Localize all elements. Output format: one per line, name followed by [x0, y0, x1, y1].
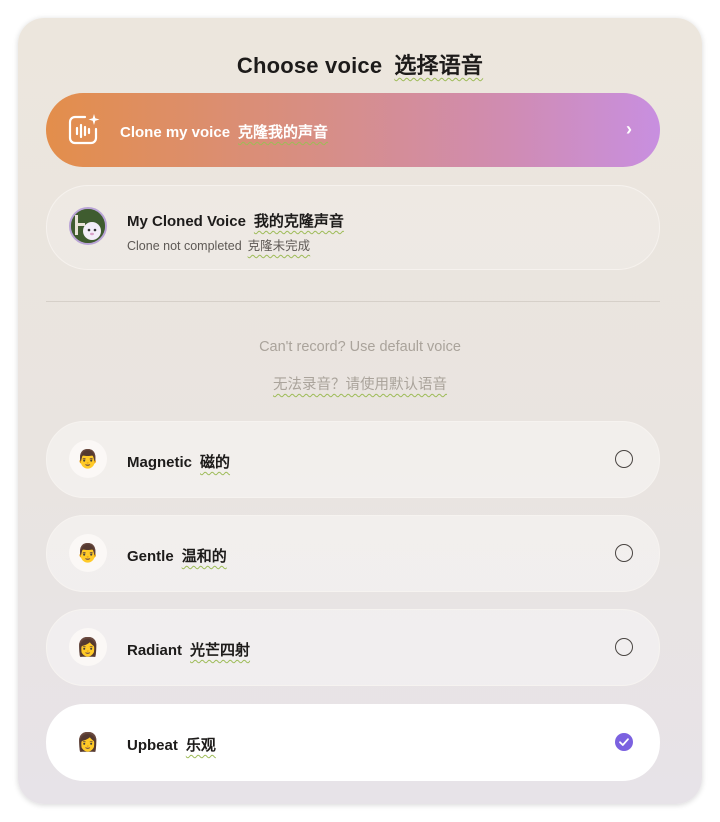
- male-emoji-icon: 👨: [69, 534, 107, 572]
- female-emoji-icon: 👩: [69, 723, 107, 761]
- voice-name-en: Gentle: [127, 548, 174, 565]
- radio-unselected-icon[interactable]: [615, 544, 633, 562]
- voice-name-cn: 温和的: [181, 548, 227, 565]
- voice-option-label: Upbeat 乐观: [127, 734, 216, 755]
- page-title: Choose voice 选择语音: [18, 48, 702, 80]
- my-cloned-voice-item[interactable]: My Cloned Voice 我的克隆声音 Clone not complete…: [46, 185, 660, 270]
- default-voice-hint-cn: 无法录音？请使用默认语音: [18, 373, 702, 394]
- clone-label-en: Clone my voice: [120, 124, 231, 141]
- voice-option-upbeat[interactable]: 👩 Upbeat 乐观: [46, 704, 660, 781]
- voice-name-cn: 光芒四射: [190, 642, 251, 659]
- radio-unselected-icon[interactable]: [615, 638, 633, 656]
- cloned-voice-status-cn: 克隆未完成: [247, 239, 311, 253]
- cloned-voice-name: My Cloned Voice 我的克隆声音: [127, 210, 344, 231]
- section-divider: [46, 301, 660, 302]
- cloned-voice-status-en: Clone not completed: [127, 239, 242, 253]
- voice-name-en: Upbeat: [127, 737, 178, 754]
- voice-name-en: Magnetic: [127, 454, 193, 471]
- voice-waveform-sparkle-icon: [68, 114, 100, 145]
- chevron-right-icon: ›: [626, 119, 632, 139]
- default-voice-hint-en: Can't record? Use default voice: [259, 339, 461, 355]
- voice-option-magnetic[interactable]: 👨 Magnetic 磁的: [46, 421, 660, 498]
- default-voice-hint-cn-text: 无法录音？请使用默认语音: [273, 377, 447, 393]
- voice-option-gentle[interactable]: 👨 Gentle 温和的: [46, 515, 660, 592]
- radio-checked-icon[interactable]: [615, 733, 633, 751]
- voice-name-en: Radiant: [127, 642, 183, 659]
- voice-option-label: Magnetic 磁的: [127, 451, 230, 472]
- clone-label-cn: 克隆我的声音: [238, 124, 329, 141]
- voice-name-cn: 乐观: [185, 737, 216, 754]
- clone-my-voice-button[interactable]: Clone my voice 克隆我的声音 ›: [46, 93, 660, 167]
- cartoon-avatar-icon: [69, 207, 107, 245]
- cloned-voice-status: Clone not completed 克隆未完成: [127, 235, 310, 254]
- radio-unselected-icon[interactable]: [615, 450, 633, 468]
- title-cn: 选择语音: [394, 53, 484, 78]
- clone-my-voice-label: Clone my voice 克隆我的声音: [120, 121, 328, 142]
- voice-option-label: Gentle 温和的: [127, 545, 227, 566]
- cloned-voice-name-en: My Cloned Voice: [127, 213, 246, 230]
- male-emoji-icon: 👨: [69, 440, 107, 478]
- voice-name-cn: 磁的: [200, 454, 231, 471]
- title-en: Choose voice: [236, 53, 383, 78]
- voice-option-label: Radiant 光芒四射: [127, 639, 250, 660]
- choose-voice-panel: Choose voice 选择语音 Clone my voice 克隆我的声音 ›: [18, 18, 702, 804]
- female-emoji-icon: 👩: [69, 628, 107, 666]
- voice-option-radiant[interactable]: 👩 Radiant 光芒四射: [46, 609, 660, 686]
- cloned-voice-name-cn: 我的克隆声音: [253, 213, 344, 230]
